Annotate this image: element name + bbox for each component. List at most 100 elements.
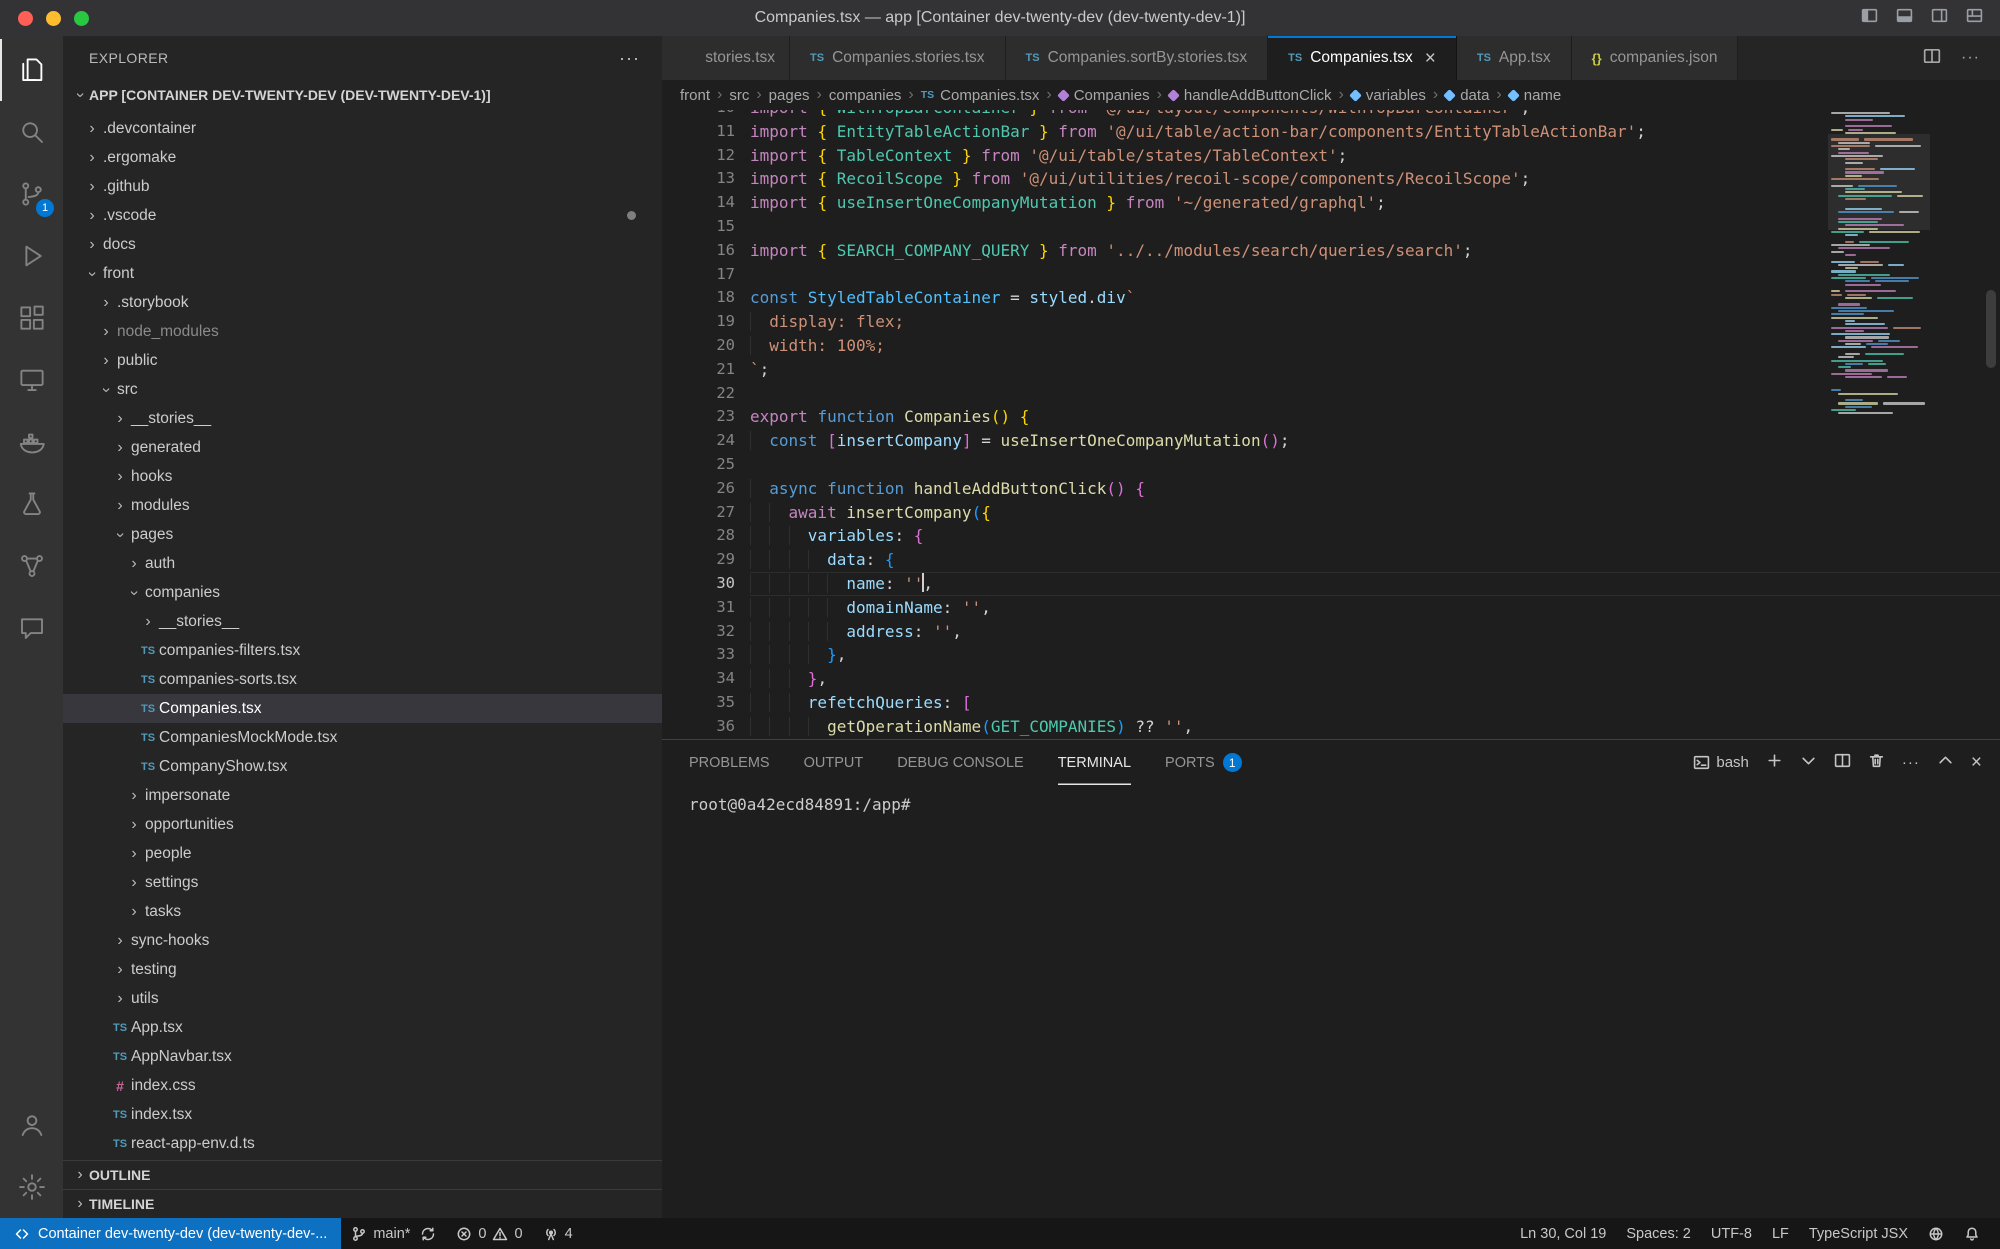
breadcrumb-item-data[interactable]: data xyxy=(1445,87,1489,104)
code-line-19[interactable]: 19 display: flex; xyxy=(662,310,2000,334)
editor-scrollbar[interactable] xyxy=(1986,290,1996,368)
minimize-window-button[interactable] xyxy=(46,11,61,26)
code-line-21[interactable]: 21`; xyxy=(662,358,2000,382)
timeline-section-header[interactable]: › TIMELINE xyxy=(63,1189,662,1218)
panel-tab-ports[interactable]: PORTS1 xyxy=(1165,740,1242,785)
search-icon[interactable] xyxy=(0,101,63,163)
tree-item-src[interactable]: ›src xyxy=(63,375,662,404)
panel-tab-debug-console[interactable]: DEBUG CONSOLE xyxy=(897,740,1024,785)
code-editor[interactable]: 10import { WithTopBarContainer } from '@… xyxy=(662,110,2000,739)
workspace-section-header[interactable]: › APP [CONTAINER DEV-TWENTY-DEV (DEV-TWE… xyxy=(63,80,662,110)
tree-item-companies-sorts-tsx[interactable]: TScompanies-sorts.tsx xyxy=(63,665,662,694)
tab-companies-sortby-stories-tsx[interactable]: TSCompanies.sortBy.stories.tsx xyxy=(1006,36,1269,80)
tab-companies-tsx[interactable]: TSCompanies.tsx× xyxy=(1268,36,1457,80)
maximize-panel-icon[interactable] xyxy=(1937,752,1954,773)
shell-selector[interactable]: bash xyxy=(1693,754,1749,771)
source-control-icon[interactable]: 1 xyxy=(0,163,63,225)
terminal-output[interactable]: root@0a42ecd84891:/app# xyxy=(662,785,2000,814)
toggle-secondary-sidebar-icon[interactable] xyxy=(1930,7,1949,29)
split-terminal-icon[interactable] xyxy=(1834,752,1851,773)
close-panel-icon[interactable]: × xyxy=(1971,752,1982,774)
close-tab-icon[interactable]: × xyxy=(1425,49,1436,68)
code-line-29[interactable]: 29 data: { xyxy=(662,548,2000,572)
breadcrumb-item-variables[interactable]: variables xyxy=(1351,87,1426,104)
outline-section-header[interactable]: › OUTLINE xyxy=(63,1160,662,1189)
tree-item-tasks[interactable]: ›tasks xyxy=(63,897,662,926)
run-debug-icon[interactable] xyxy=(0,225,63,287)
tree-item-react-app-env-d-ts[interactable]: TSreact-app-env.d.ts xyxy=(63,1129,662,1158)
zoom-window-button[interactable] xyxy=(74,11,89,26)
docker-icon[interactable] xyxy=(0,411,63,473)
tree-item--github[interactable]: ›.github xyxy=(63,172,662,201)
explorer-icon[interactable] xyxy=(0,39,63,101)
eol-sequence[interactable]: LF xyxy=(1762,1218,1799,1249)
tree-item-modules[interactable]: ›modules xyxy=(63,491,662,520)
accounts-icon[interactable] xyxy=(0,1094,63,1156)
tree-item--ergomake[interactable]: ›.ergomake xyxy=(63,143,662,172)
language-mode[interactable]: TypeScript JSX xyxy=(1799,1218,1918,1249)
tab-stories-tsx[interactable]: stories.tsx xyxy=(662,36,790,80)
tab-companies-stories-tsx[interactable]: TSCompanies.stories.tsx xyxy=(790,36,1006,80)
tree-item-companies-filters-tsx[interactable]: TScompanies-filters.tsx xyxy=(63,636,662,665)
indentation[interactable]: Spaces: 2 xyxy=(1616,1218,1701,1249)
breadcrumb-item-name[interactable]: name xyxy=(1509,87,1562,104)
toggle-primary-sidebar-icon[interactable] xyxy=(1860,7,1879,29)
tree-item--storybook[interactable]: ›.storybook xyxy=(63,288,662,317)
code-line-15[interactable]: 15 xyxy=(662,215,2000,239)
panel-tab-terminal[interactable]: TERMINAL xyxy=(1058,740,1131,785)
tree-item-appnavbar-tsx[interactable]: TSAppNavbar.tsx xyxy=(63,1042,662,1071)
toggle-panel-icon[interactable] xyxy=(1895,7,1914,29)
breadcrumb-item-front[interactable]: front xyxy=(680,87,710,104)
tree-item--stories-[interactable]: ›__stories__ xyxy=(63,404,662,433)
tree-item-generated[interactable]: ›generated xyxy=(63,433,662,462)
terminal-dropdown-icon[interactable] xyxy=(1800,752,1817,773)
settings-gear-icon[interactable] xyxy=(0,1156,63,1218)
code-line-36[interactable]: 36 getOperationName(GET_COMPANIES) ?? ''… xyxy=(662,715,2000,739)
encoding[interactable]: UTF-8 xyxy=(1701,1218,1762,1249)
test-beaker-icon[interactable] xyxy=(0,473,63,535)
tree-item-pages[interactable]: ›pages xyxy=(63,520,662,549)
code-line-20[interactable]: 20 width: 100%; xyxy=(662,334,2000,358)
new-terminal-icon[interactable] xyxy=(1766,752,1783,773)
tree-item-docs[interactable]: ›docs xyxy=(63,230,662,259)
breadcrumb-item-companies[interactable]: companies xyxy=(829,87,902,104)
tree-item-companiesmockmode-tsx[interactable]: TSCompaniesMockMode.tsx xyxy=(63,723,662,752)
code-line-31[interactable]: 31 domainName: '', xyxy=(662,596,2000,620)
tree-item-opportunities[interactable]: ›opportunities xyxy=(63,810,662,839)
editor-more-icon[interactable]: ··· xyxy=(1961,49,1980,67)
breadcrumb-item-companies-tsx[interactable]: TSCompanies.tsx xyxy=(921,87,1040,104)
customize-layout-icon[interactable] xyxy=(1965,7,1984,29)
tree-item-front[interactable]: ›front xyxy=(63,259,662,288)
code-line-10[interactable]: 10import { WithTopBarContainer } from '@… xyxy=(662,110,2000,120)
breadcrumb-item-handleaddbuttonclick[interactable]: handleAddButtonClick xyxy=(1169,87,1332,104)
tree-item-companies[interactable]: ›companies xyxy=(63,578,662,607)
tree-item-testing[interactable]: ›testing xyxy=(63,955,662,984)
code-line-12[interactable]: 12import { TableContext } from '@/ui/tab… xyxy=(662,144,2000,168)
breadcrumb-item-companies[interactable]: Companies xyxy=(1059,87,1150,104)
problems-indicator[interactable]: 0 0 xyxy=(446,1218,532,1249)
code-line-34[interactable]: 34 }, xyxy=(662,667,2000,691)
breadcrumb-item-src[interactable]: src xyxy=(729,87,749,104)
ports-indicator[interactable]: 4 xyxy=(533,1218,583,1249)
tree-item--devcontainer[interactable]: ›.devcontainer xyxy=(63,114,662,143)
feedback-icon[interactable] xyxy=(1918,1218,1954,1249)
close-window-button[interactable] xyxy=(18,11,33,26)
code-line-16[interactable]: 16import { SEARCH_COMPANY_QUERY } from '… xyxy=(662,239,2000,263)
code-line-28[interactable]: 28 variables: { xyxy=(662,524,2000,548)
tree-item-index-css[interactable]: #index.css xyxy=(63,1071,662,1100)
organization-icon[interactable] xyxy=(0,535,63,597)
tree-item-impersonate[interactable]: ›impersonate xyxy=(63,781,662,810)
panel-tab-problems[interactable]: PROBLEMS xyxy=(689,740,770,785)
tree-item-companies-tsx[interactable]: TSCompanies.tsx xyxy=(63,694,662,723)
tree-item-people[interactable]: ›people xyxy=(63,839,662,868)
code-line-13[interactable]: 13import { RecoilScope } from '@/ui/util… xyxy=(662,167,2000,191)
code-line-30[interactable]: 30 name: '', xyxy=(662,572,2000,596)
tab-app-tsx[interactable]: TSApp.tsx xyxy=(1457,36,1572,80)
tree-item-app-tsx[interactable]: TSApp.tsx xyxy=(63,1013,662,1042)
code-line-24[interactable]: 24 const [insertCompany] = useInsertOneC… xyxy=(662,429,2000,453)
minimap[interactable] xyxy=(1828,110,1930,430)
panel-more-icon[interactable]: ··· xyxy=(1902,754,1920,771)
code-line-11[interactable]: 11import { EntityTableActionBar } from '… xyxy=(662,120,2000,144)
tree-item-node-modules[interactable]: ›node_modules xyxy=(63,317,662,346)
code-line-33[interactable]: 33 }, xyxy=(662,643,2000,667)
